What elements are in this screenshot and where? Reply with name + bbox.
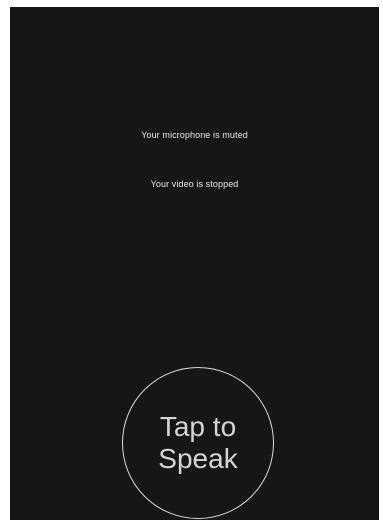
video-stopped-status: Your video is stopped xyxy=(150,179,239,189)
speak-button-label-line2: Speak xyxy=(158,443,238,474)
speak-button-label-line1: Tap to xyxy=(159,411,237,442)
tap-to-speak-button[interactable]: Tap to Speak xyxy=(122,367,274,519)
meeting-screen: Your microphone is muted Your video is s… xyxy=(10,7,379,520)
microphone-muted-status: Your microphone is muted xyxy=(141,130,248,140)
